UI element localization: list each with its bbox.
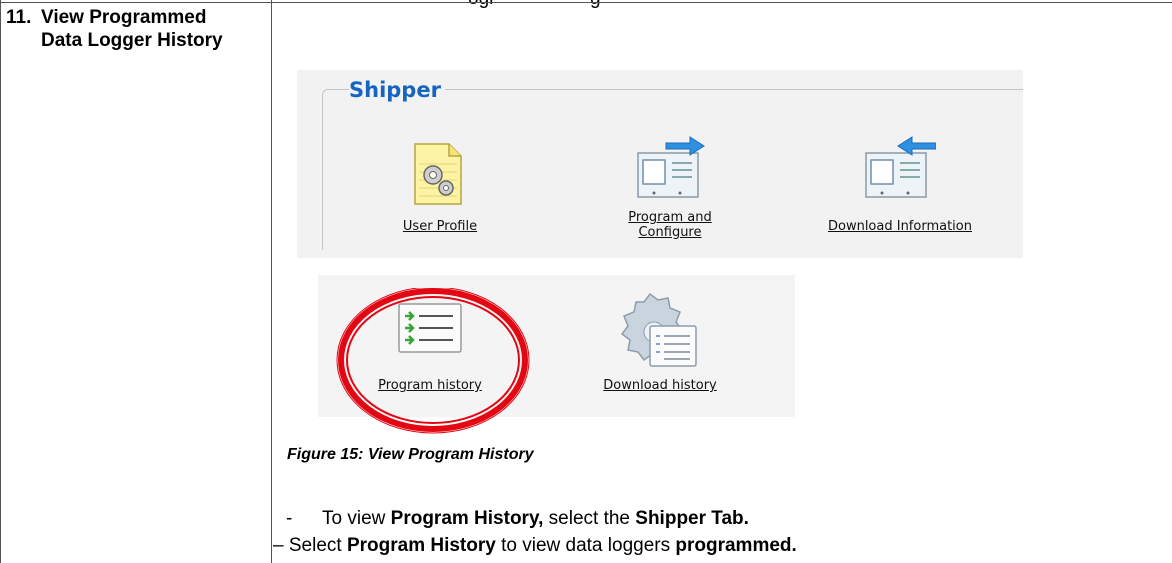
program-configure-link[interactable]: Program and Configure: [605, 210, 735, 240]
download-history-link[interactable]: Download history: [575, 378, 745, 393]
instruction-text: Select: [288, 535, 347, 556]
instruction-bold: programmed.: [675, 535, 797, 556]
instruction-line: – Select Program History to view data lo…: [273, 535, 797, 557]
instruction-bold: Shipper Tab.: [635, 508, 749, 529]
instruction-text: To view: [322, 508, 391, 529]
instruction-line: - To view Program History, select the Shi…: [286, 508, 749, 530]
bullet-dash: –: [273, 535, 284, 556]
table-row-divider: [0, 2, 1172, 3]
highlight-circle: [336, 288, 530, 434]
shipper-title: Shipper: [349, 78, 445, 102]
instruction-bold: Program History,: [390, 508, 544, 529]
step-title: View Programmed Data Logger History: [41, 7, 223, 51]
instruction-bold: Program History: [346, 535, 496, 556]
instruction-text: select the: [543, 508, 636, 529]
user-profile-link[interactable]: User Profile: [370, 219, 510, 234]
user-profile-icon[interactable]: [413, 142, 463, 211]
program-configure-icon[interactable]: [632, 135, 708, 204]
figure-caption: Figure 15: View Program History: [287, 446, 534, 463]
table-border-left: [0, 0, 1, 563]
table-column-divider: [271, 0, 272, 563]
download-history-icon[interactable]: [610, 292, 702, 377]
bullet-dash: -: [286, 508, 293, 529]
instruction-text: to view data loggers: [495, 535, 676, 556]
download-information-link[interactable]: Download Information: [800, 219, 1000, 234]
download-information-icon[interactable]: [860, 135, 937, 204]
step-number: 11.: [6, 7, 32, 28]
